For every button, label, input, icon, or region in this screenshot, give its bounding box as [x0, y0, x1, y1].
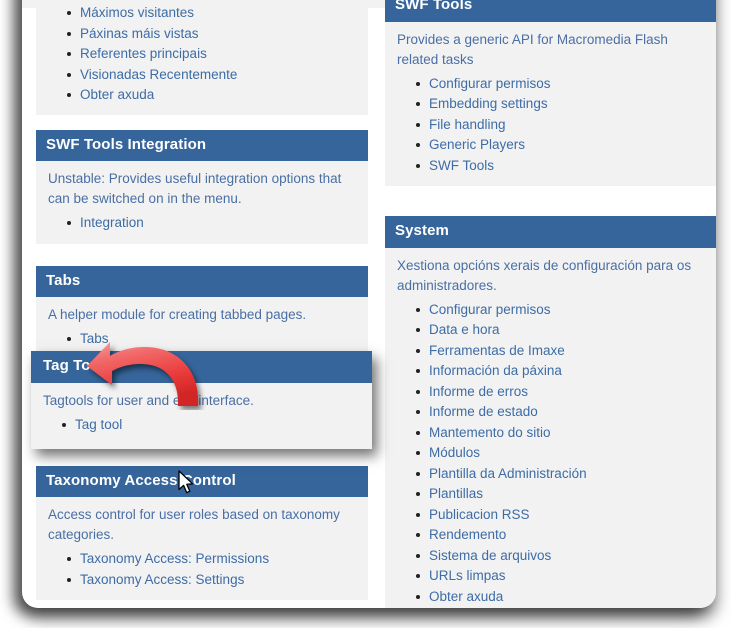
browser-page-sheet: Configurar permisos Configuración dos re… [22, 0, 716, 608]
module-description: Xestiona opcións xerais de configuración… [397, 257, 692, 293]
list-item[interactable]: Módulos [415, 443, 705, 464]
module-link[interactable]: Referentes principais [80, 46, 207, 61]
module-link[interactable]: URLs limpas [429, 568, 506, 583]
list-item[interactable]: Data e hora [415, 320, 705, 341]
list-item[interactable]: Obter axuda [415, 587, 705, 608]
module-links: Configurar permisos Embedding settings F… [397, 74, 705, 177]
module-link[interactable]: Tag tool [75, 417, 122, 432]
module-links: Tag tool [43, 415, 360, 436]
module-link[interactable]: Visionadas Recentemente [80, 67, 237, 82]
list-item[interactable]: Informe de estado [415, 402, 705, 423]
module-link[interactable]: Configurar permisos [429, 76, 551, 91]
list-item[interactable]: Taxonomy Access: Settings [66, 570, 356, 591]
list-item[interactable]: Tag tool [61, 415, 360, 436]
module-link[interactable]: Obter axuda [80, 87, 154, 102]
list-item[interactable]: Publicacion RSS [415, 505, 705, 526]
partial-module-box: Configurar permisos Configuración dos re… [36, 0, 368, 115]
module-link[interactable]: SWF Tools [429, 158, 494, 173]
left-column: Configurar permisos Configuración dos re… [36, 0, 368, 608]
module-description: Unstable: Provides useful integration op… [48, 171, 342, 206]
list-item[interactable]: Integration [66, 213, 356, 234]
module-link[interactable]: Integration [80, 215, 144, 230]
list-item[interactable]: Rendemento [415, 525, 705, 546]
module-link[interactable]: Generic Players [429, 137, 525, 152]
module-box-swf-tools-integration: SWF Tools Integration Unstable: Provides… [36, 129, 368, 244]
list-item[interactable]: Generic Players [415, 135, 705, 156]
module-link[interactable]: Informe de estado [429, 404, 538, 419]
module-links: Tabs [48, 329, 356, 350]
admin-modules-page: Configurar permisos Configuración dos re… [22, 0, 716, 608]
module-link[interactable]: Publicacion RSS [429, 507, 530, 522]
list-item[interactable]: URLs limpas [415, 566, 705, 587]
module-description: Access control for user roles based on t… [48, 507, 340, 542]
list-item[interactable]: Taxonomy Access: Permissions [66, 549, 356, 570]
module-link[interactable]: Embedding settings [429, 96, 548, 111]
module-link[interactable]: Configurar permisos [429, 302, 551, 317]
module-box-body: Xestiona opcións xerais de configuración… [385, 248, 716, 609]
screenshot-root: Configurar permisos Configuración dos re… [0, 0, 731, 628]
module-box-tabs: Tabs A helper module for creating tabbed… [36, 265, 368, 360]
module-box-title: Tag Tool [31, 351, 372, 383]
module-link[interactable]: Plantilla da Administración [429, 466, 587, 481]
module-box-swf-tools: SWF Tools Provides a generic API for Mac… [385, 0, 716, 186]
list-item[interactable]: File handling [415, 115, 705, 136]
module-box-title: SWF Tools [385, 0, 716, 22]
module-box-title: Tabs [36, 265, 368, 297]
module-link[interactable]: Data e hora [429, 322, 500, 337]
module-description: Provides a generic API for Macromedia Fl… [397, 31, 668, 67]
list-item[interactable]: Tabs [66, 329, 356, 350]
module-box-title: System [385, 216, 716, 248]
module-link[interactable]: Taxonomy Access: Settings [80, 572, 244, 587]
module-link[interactable]: Mantemento do sitio [429, 425, 551, 440]
module-link[interactable]: Información da páxina [429, 363, 562, 378]
module-link[interactable]: File handling [429, 117, 506, 132]
module-links: Integration [48, 213, 356, 234]
module-link[interactable]: Taxonomy Access: Permissions [80, 551, 269, 566]
list-item[interactable]: Configurar permisos [415, 300, 705, 321]
module-link[interactable]: Ferramentas de Imaxe [429, 343, 565, 358]
module-box-body: Tagtools for user and edit interface. Ta… [31, 383, 372, 450]
list-item[interactable]: Páxinas máis vistas [66, 24, 356, 45]
list-item[interactable]: Información da páxina [415, 361, 705, 382]
module-box-body: Unstable: Provides useful integration op… [36, 161, 368, 244]
list-item[interactable]: SWF Tools [415, 156, 705, 177]
module-links: Configurar permisos Data e hora Ferramen… [397, 300, 705, 608]
list-item[interactable]: Máximos visitantes [66, 3, 356, 24]
list-item[interactable]: Visionadas Recentemente [66, 65, 356, 86]
list-item[interactable]: Informe de erros [415, 382, 705, 403]
module-box-title: Taxonomy Access Control [36, 465, 368, 497]
module-link[interactable]: Tabs [80, 331, 109, 346]
module-link[interactable]: Módulos [429, 445, 480, 460]
list-item[interactable]: Configurar permisos [415, 74, 705, 95]
list-item[interactable]: Mantemento do sitio [415, 423, 705, 444]
module-link[interactable]: Plantillas [429, 486, 483, 501]
list-item[interactable]: Referentes principais [66, 44, 356, 65]
module-box-taxonomy-access-control: Taxonomy Access Control Access control f… [36, 465, 368, 600]
module-link[interactable]: Sistema de arquivos [429, 548, 551, 563]
list-item[interactable]: Ferramentas de Imaxe [415, 341, 705, 362]
list-item[interactable]: Sistema de arquivos [415, 546, 705, 567]
module-description: Tagtools for user and edit interface. [43, 392, 254, 408]
list-item[interactable]: Obter axuda [66, 85, 356, 106]
module-link[interactable]: Páxinas máis vistas [80, 26, 199, 41]
module-box-system: System Xestiona opcións xerais de config… [385, 216, 716, 608]
partial-module-links: Configurar permisos Configuración dos re… [48, 0, 356, 106]
module-box-body: Provides a generic API for Macromedia Fl… [385, 22, 716, 187]
list-item[interactable]: Embedding settings [415, 94, 705, 115]
right-column: SWF Tools Provides a generic API for Mac… [385, 0, 716, 608]
module-description: A helper module for creating tabbed page… [48, 307, 307, 322]
module-box-body: Access control for user roles based on t… [36, 497, 368, 600]
module-links: Taxonomy Access: Permissions Taxonomy Ac… [48, 549, 356, 590]
module-link[interactable]: Máximos visitantes [80, 5, 194, 20]
module-link[interactable]: Informe de erros [429, 384, 528, 399]
module-box-title: SWF Tools Integration [36, 129, 368, 161]
module-link[interactable]: Rendemento [429, 527, 506, 542]
list-item[interactable]: Plantillas [415, 484, 705, 505]
module-link[interactable]: Obter axuda [429, 589, 503, 604]
module-box-tag-tool-highlighted[interactable]: Tag Tool Tagtools for user and edit inte… [31, 351, 372, 449]
list-item[interactable]: Plantilla da Administración [415, 464, 705, 485]
